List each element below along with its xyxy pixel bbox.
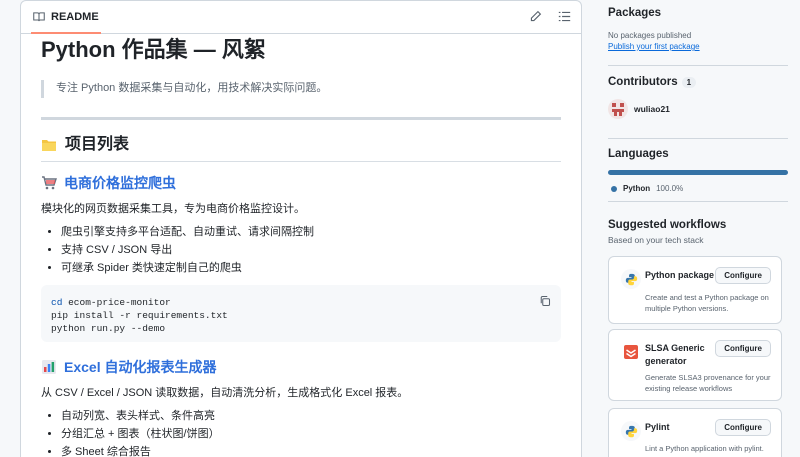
bar-chart-icon (41, 359, 57, 375)
language-bar (608, 170, 788, 175)
contributors-section: Contributors 1 wuliao21 (608, 66, 788, 139)
project1-heading[interactable]: 电商价格监控爬虫 (41, 174, 561, 192)
book-icon (33, 11, 45, 21)
code-line-3: python run.py --demo (51, 323, 166, 334)
list-item: 爬虫引擎支持多平台适配、自动重试、请求间隔控制 (61, 223, 561, 241)
copy-icon[interactable] (539, 295, 551, 307)
configure-button[interactable]: Configure (715, 340, 771, 357)
code-keyword: cd (51, 297, 63, 308)
folder-icon (41, 137, 57, 153)
languages-section: Languages Python 100.0% (608, 139, 788, 202)
slsa-icon (621, 342, 641, 362)
readme-body: Python 作品集 — 风絮 专注 Python 数据采集与自动化，用技术解决… (21, 37, 581, 457)
workflow-card-slsa: SLSA Generic generator Configure Generat… (608, 329, 782, 401)
readme-quote: 专注 Python 数据采集与自动化，用技术解决实际问题。 (41, 80, 561, 98)
packages-none-text: No packages published (608, 31, 692, 40)
code-line-1: cd ecom-price-monitor (51, 296, 551, 309)
workflow-desc: Create and test a Python package on mult… (645, 293, 769, 313)
readme-tabbar: README (21, 1, 581, 34)
workflows-subtitle: Based on your tech stack (608, 235, 704, 245)
project2-title[interactable]: Excel 自动化报表生成器 (64, 358, 216, 376)
project2-desc: 从 CSV / Excel / JSON 读取数据，自动清洗分析，生成格式化 E… (41, 387, 409, 399)
language-percent: 100.0% (656, 184, 684, 193)
avatar[interactable] (608, 99, 628, 119)
contributors-count: 1 (681, 77, 697, 88)
shopping-cart-icon (41, 175, 57, 191)
python-icon (621, 421, 641, 441)
list-item: 自动列宽、表头样式、条件高亮 (61, 407, 561, 425)
readme-tab[interactable]: README (31, 1, 101, 34)
list-item: 分组汇总 + 图表（柱状图/饼图） (61, 425, 561, 443)
packages-heading[interactable]: Packages (608, 7, 788, 19)
readme-panel: README Python 作品集 — 风絮 专注 Python 数据采集与自动… (20, 0, 582, 457)
projects-heading-text: 项目列表 (65, 136, 130, 153)
contributors-heading[interactable]: Contributors 1 (608, 76, 788, 88)
code-block: cd ecom-price-monitor pip install -r req… (41, 285, 561, 342)
list-outline-icon[interactable] (558, 10, 571, 23)
project1-title[interactable]: 电商价格监控爬虫 (64, 174, 176, 192)
configure-button[interactable]: Configure (715, 419, 771, 436)
sidebar: Packages No packages published Publish y… (608, 0, 788, 245)
packages-section: Packages No packages published Publish y… (608, 0, 788, 66)
readme-tab-label: README (51, 10, 99, 23)
pencil-icon[interactable] (529, 10, 542, 23)
contributors-heading-text: Contributors (608, 76, 678, 88)
workflow-title: Pylint (645, 422, 670, 432)
language-name: Python (623, 184, 651, 193)
projects-heading: 项目列表 (41, 135, 561, 162)
workflow-card-python-package: Python package Configure Create and test… (608, 256, 782, 324)
workflow-title: SLSA Generic generator (645, 343, 705, 366)
readme-title: Python 作品集 — 风絮 (41, 37, 266, 62)
workflow-title: Python package (645, 270, 715, 280)
workflow-desc: Lint a Python application with pylint. (645, 444, 764, 453)
project2-heading[interactable]: Excel 自动化报表生成器 (41, 358, 561, 376)
readme-actions (529, 10, 571, 23)
project1-desc: 模块化的网页数据采集工具，专为电商价格监控设计。 (41, 203, 305, 215)
configure-button[interactable]: Configure (715, 267, 771, 284)
list-item: 支持 CSV / JSON 导出 (61, 241, 561, 259)
workflows-heading: Suggested workflows (608, 219, 727, 231)
workflows-section: Suggested workflows Based on your tech s… (608, 202, 788, 245)
contributor-row[interactable]: wuliao21 (608, 99, 788, 119)
project1-bullets: 爬虫引擎支持多平台适配、自动重试、请求间隔控制 支持 CSV / JSON 导出… (41, 223, 561, 277)
language-row[interactable]: Python 100.0% (608, 184, 788, 193)
language-dot (611, 185, 617, 192)
languages-heading: Languages (608, 148, 669, 160)
workflow-desc: Generate SLSA3 provenance for your exist… (645, 373, 771, 393)
publish-package-link[interactable]: Publish your first package (608, 42, 788, 51)
list-item: 可继承 Spider 类快速定制自己的爬虫 (61, 259, 561, 277)
contributor-name[interactable]: wuliao21 (634, 104, 670, 114)
code-text: ecom-price-monitor (62, 297, 171, 308)
project2-bullets: 自动列宽、表头样式、条件高亮 分组汇总 + 图表（柱状图/饼图） 多 Sheet… (41, 407, 561, 457)
workflow-card-pylint: Pylint Configure Lint a Python applicati… (608, 408, 782, 457)
divider (41, 117, 561, 120)
code-line-2: pip install -r requirements.txt (51, 310, 228, 321)
list-item: 多 Sheet 综合报告 (61, 443, 561, 457)
python-icon (621, 269, 641, 289)
